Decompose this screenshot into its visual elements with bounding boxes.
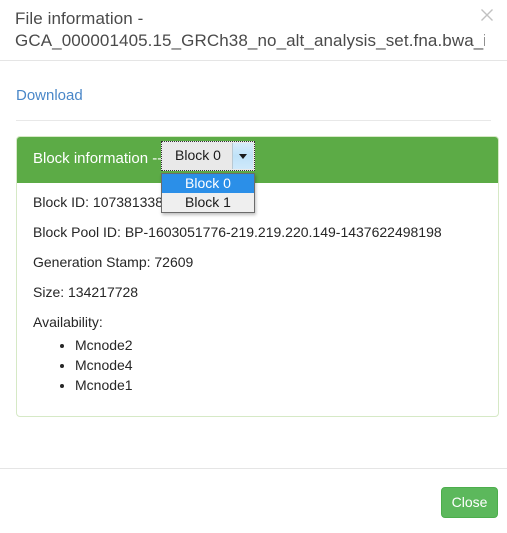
chevron-down-icon[interactable] xyxy=(232,143,253,169)
dialog-title-filename: GCA_000001405.15_GRCh38_no_alt_analysis_… xyxy=(15,31,485,50)
panel-heading: Block information -- Block 0 Block 0 Blo… xyxy=(17,137,498,213)
dialog-footer: Close xyxy=(0,468,507,533)
block-information-panel: Block information -- Block 0 Block 0 Blo… xyxy=(16,136,499,417)
close-button[interactable]: Close xyxy=(441,487,498,518)
body-divider xyxy=(16,120,491,121)
page-title: File information - GCA_000001405.15_GRCh… xyxy=(15,8,485,52)
dialog-title-line1: File information - xyxy=(15,9,144,28)
dialog-header: File information - GCA_000001405.15_GRCh… xyxy=(0,0,507,61)
download-link[interactable]: Download xyxy=(16,87,83,104)
block-pool-id-line: Block Pool ID: BP-1603051776-219.219.220… xyxy=(33,224,442,240)
block-id-line: Block ID: 107381338 xyxy=(33,194,163,210)
generation-stamp-line: Generation Stamp: 72609 xyxy=(33,254,194,270)
block-select-button[interactable]: Block 0 xyxy=(161,141,255,171)
block-select-dropdown[interactable]: Block 0 Block 1 xyxy=(161,173,255,213)
block-select-option-0[interactable]: Block 0 xyxy=(162,174,254,193)
availability-list: Mcnode2 Mcnode4 Mcnode1 xyxy=(57,335,133,395)
size-line: Size: 134217728 xyxy=(33,284,139,300)
file-information-dialog: File information - GCA_000001405.15_GRCh… xyxy=(0,0,507,533)
block-select-option-1[interactable]: Block 1 xyxy=(162,193,254,212)
panel-heading-label: Block information -- xyxy=(33,150,163,167)
block-select-value: Block 0 xyxy=(175,147,221,163)
list-item: Mcnode1 xyxy=(75,375,133,395)
dialog-body: Download Block information -- Block 0 Bl… xyxy=(0,61,507,468)
list-item: Mcnode4 xyxy=(75,355,133,375)
caret-glyph xyxy=(239,153,247,159)
panel-body: Block ID: 107381338 Block Pool ID: BP-16… xyxy=(17,183,498,416)
list-item: Mcnode2 xyxy=(75,335,133,355)
availability-label: Availability: xyxy=(33,314,103,330)
close-icon[interactable] xyxy=(478,6,496,24)
block-select[interactable]: Block 0 Block 0 Block 1 xyxy=(161,141,255,213)
